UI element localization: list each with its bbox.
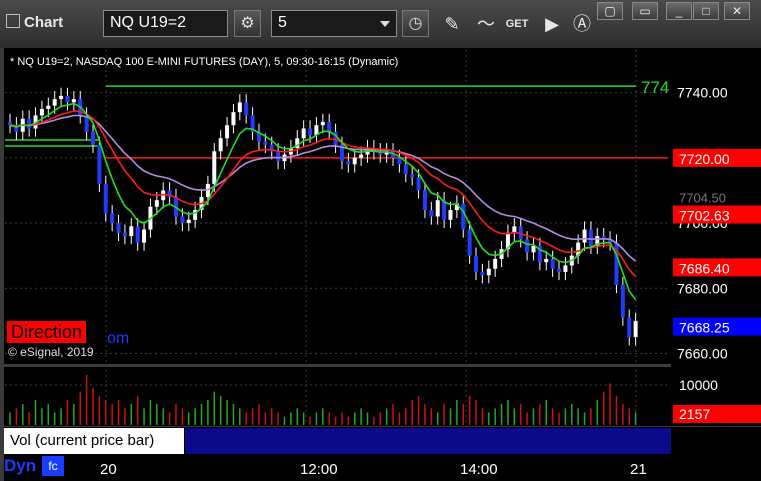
candle-body (627, 317, 632, 338)
x-tick-label: 21 (630, 461, 647, 478)
hline-green-label: 774 (641, 78, 669, 97)
copyright: © eSignal, 2019 (8, 345, 94, 359)
candle-body (544, 258, 549, 263)
candle-body (212, 151, 217, 184)
candle-body (27, 118, 32, 129)
candle-body (633, 320, 638, 338)
candle-body (301, 128, 306, 139)
dynamic-icon[interactable]: fc (42, 456, 64, 476)
candle-body (461, 203, 466, 230)
x-tick-label: 20 (100, 461, 117, 478)
chart-subtitle: * NQ U19=2, NASDAQ 100 E-MINI FUTURES (D… (10, 56, 399, 68)
candle-body (225, 125, 230, 139)
candle-body (142, 229, 147, 243)
candle-body (46, 105, 51, 109)
candle-body (493, 258, 498, 269)
y-tick-label: 7680.00 (677, 280, 728, 296)
candle-body (480, 271, 485, 276)
candle-body (582, 229, 587, 243)
candle-body (154, 200, 159, 207)
candle-body (90, 131, 95, 145)
candle-body (403, 164, 408, 175)
price-badge-label: 7668.25 (679, 320, 730, 336)
candle-body (525, 239, 530, 253)
candle-body (416, 177, 421, 191)
price-badge-label: 7686.40 (679, 260, 730, 276)
candle-body (422, 190, 427, 210)
candle-body (244, 102, 249, 116)
x-tick-label: 14:00 (460, 461, 498, 478)
candle-body (186, 219, 191, 224)
candle-body (97, 144, 102, 184)
close-icon[interactable]: ✕ (172, 426, 184, 443)
candle-body (563, 265, 568, 272)
y-tick-label: 7660.00 (677, 345, 728, 361)
chart-svg: 7740.007720.007700.007680.007660.002012:… (5, 50, 761, 478)
candle-body (435, 200, 440, 217)
candle-body (122, 232, 127, 237)
candle-body (65, 95, 70, 103)
candle-body (410, 174, 415, 178)
candle-body (448, 210, 453, 220)
chart-window: Chart NQ U19=2 ⚙ 5 ◷ ✎ 〜 GET ▶ Ⓐ ▢ ▭ _ □… (0, 0, 761, 481)
candle-body (71, 99, 76, 103)
candle-body (486, 268, 491, 276)
candle-body (59, 95, 64, 100)
candle-body (550, 258, 555, 269)
candle-body (116, 223, 121, 233)
x-tick-label: 12:00 (300, 461, 338, 478)
candle-body (467, 229, 472, 256)
candle-body (588, 229, 593, 246)
candle-body (352, 157, 357, 165)
candle-body (218, 138, 223, 152)
candle-body (327, 121, 332, 132)
candle-body (39, 108, 44, 116)
volume-panel-bar (185, 428, 671, 454)
candle-body (557, 268, 562, 272)
candle-body (429, 210, 434, 217)
candle-body (231, 112, 236, 126)
volume-tick-label: 10000 (679, 377, 718, 393)
partial-link[interactable]: om (107, 330, 129, 348)
candle-body (308, 128, 313, 135)
candle-body (276, 151, 281, 162)
candle-body (180, 216, 185, 224)
candle-body (474, 255, 479, 272)
volume-badge-label: 2157 (679, 406, 710, 422)
volume-label: Vol (current price bar) (4, 428, 184, 454)
candle-body (129, 226, 134, 237)
candle-body (346, 161, 351, 165)
candle-body (110, 213, 115, 224)
candle-body (397, 157, 402, 165)
dyn-label[interactable]: Dyn (4, 456, 37, 476)
y-tick-label: 7740.00 (677, 85, 728, 101)
direction-label[interactable]: Direction (7, 321, 87, 343)
candle-body (237, 102, 242, 113)
candle-body (263, 141, 268, 145)
candle-body (359, 154, 364, 158)
candle-body (531, 245, 536, 253)
price-badge-label: 7720.00 (679, 151, 730, 167)
candle-body (320, 121, 325, 126)
faint-price-label: 7704.50 (679, 190, 726, 205)
candle-body (103, 183, 108, 214)
candle-body (620, 285, 625, 318)
candle-body (52, 99, 57, 106)
price-badge-label: 7702.63 (679, 207, 730, 223)
candle-body (135, 226, 140, 243)
